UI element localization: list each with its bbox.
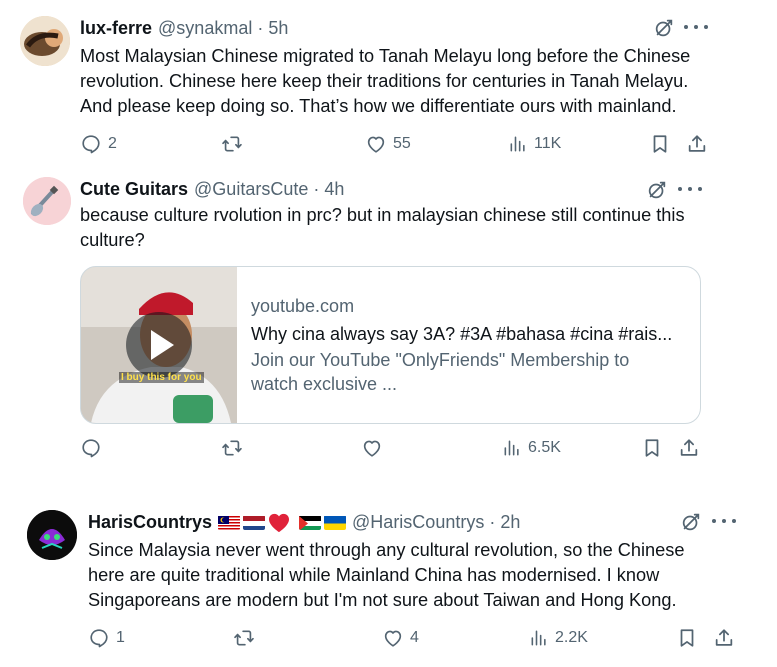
like-icon: [382, 627, 404, 649]
views-count: 2.2K: [555, 629, 588, 646]
bookmark-button[interactable]: [649, 133, 671, 155]
grok-icon[interactable]: [680, 511, 702, 533]
views-count: 11K: [534, 135, 562, 152]
like-button[interactable]: 55: [365, 133, 411, 155]
bookmark-button[interactable]: [676, 627, 698, 649]
link-card[interactable]: I buy this for you youtube.com Why cina …: [80, 266, 701, 424]
reply-icon: [88, 627, 110, 649]
reply-count: 1: [116, 629, 125, 646]
share-icon: [713, 627, 735, 649]
reply-icon: [80, 133, 102, 155]
repost-icon: [220, 437, 244, 459]
more-icon[interactable]: [712, 519, 736, 527]
views-icon: [502, 437, 522, 459]
card-title: Why cina always say 3A? #3A #bahasa #cin…: [251, 324, 673, 344]
play-icon[interactable]: [126, 312, 192, 378]
avatar[interactable]: [23, 177, 71, 225]
reply-button[interactable]: 2: [80, 133, 117, 155]
tweet-3[interactable]: HarisCountrys @HarisCountrys · 2h Since …: [0, 490, 760, 667]
more-icon[interactable]: [684, 25, 708, 33]
bookmark-icon: [649, 133, 671, 155]
malaysia-flag-icon: [218, 515, 241, 530]
card-domain: youtube.com: [251, 296, 355, 316]
views-button[interactable]: 6.5K: [502, 437, 561, 459]
share-button[interactable]: [713, 627, 735, 649]
avatar[interactable]: [27, 510, 77, 560]
bookmark-icon: [641, 437, 663, 459]
author-handle[interactable]: @GuitarsCute · 4h: [194, 179, 344, 200]
views-icon: [529, 627, 549, 649]
tweet-text-line: here are quite traditional while Mainlan…: [88, 565, 660, 585]
author-name[interactable]: lux-ferre: [80, 18, 152, 39]
palestine-flag-icon: [299, 515, 322, 530]
views-button[interactable]: 2.2K: [529, 627, 588, 649]
share-button[interactable]: [678, 437, 700, 459]
flag-emojis: [218, 513, 347, 533]
like-count: 55: [393, 135, 411, 152]
ukraine-flag-icon: [324, 515, 347, 530]
author-name[interactable]: Cute Guitars: [80, 179, 188, 200]
card-description: Join our YouTube "OnlyFriends" Membershi…: [251, 348, 691, 396]
repost-button[interactable]: [220, 133, 244, 155]
tweet-text-line: revolution. Chinese here keep their trad…: [80, 71, 689, 91]
card-description-line: watch exclusive ...: [251, 374, 398, 394]
repost-button[interactable]: [232, 627, 256, 649]
share-icon: [678, 437, 700, 459]
bookmark-icon: [676, 627, 698, 649]
views-count: 6.5K: [528, 439, 561, 456]
tweet-2[interactable]: Cute Guitars @GuitarsCute · 4h because c…: [8, 165, 746, 470]
thumbnail-caption: I buy this for you: [119, 372, 204, 383]
red-heart-icon: [268, 513, 290, 533]
share-button[interactable]: [686, 133, 708, 155]
tweet-text-line: Singaporeans are modern but I'm not sure…: [88, 590, 677, 610]
repost-icon: [220, 133, 244, 155]
grok-icon[interactable]: [646, 179, 668, 201]
author-handle[interactable]: @synakmal · 5h: [158, 18, 288, 39]
views-icon: [508, 133, 528, 155]
share-icon: [686, 133, 708, 155]
repost-button[interactable]: [220, 437, 244, 459]
tweet-text: Since Malaysia never went through any cu…: [88, 538, 684, 613]
grok-icon[interactable]: [653, 17, 675, 39]
avatar[interactable]: [20, 16, 70, 66]
tweet-text-line: culture?: [80, 230, 145, 250]
tweet-text: Most Malaysian Chinese migrated to Tanah…: [80, 44, 690, 119]
netherlands-flag-icon: [243, 515, 266, 530]
repost-icon: [232, 627, 256, 649]
author-name[interactable]: HarisCountrys: [88, 512, 212, 533]
author-handle[interactable]: @HarisCountrys · 2h: [352, 512, 520, 533]
reply-button[interactable]: [80, 437, 108, 459]
tweet-1[interactable]: lux-ferre @synakmal · 5h Most Malaysian …: [0, 0, 730, 163]
like-button[interactable]: 4: [382, 627, 419, 649]
card-description-line: Join our YouTube "OnlyFriends" Membershi…: [251, 350, 630, 370]
reply-count: 2: [108, 135, 117, 152]
like-count: 4: [410, 629, 419, 646]
tweet-text-line: because culture rvolution in prc? but in…: [80, 205, 685, 225]
tweet-text: because culture rvolution in prc? but in…: [80, 203, 685, 253]
tweet-text-line: Most Malaysian Chinese migrated to Tanah…: [80, 46, 691, 66]
reply-button[interactable]: 1: [88, 627, 125, 649]
reply-icon: [80, 437, 102, 459]
like-button[interactable]: [361, 437, 389, 459]
like-icon: [365, 133, 387, 155]
tweet-text-line: Since Malaysia never went through any cu…: [88, 540, 685, 560]
like-icon: [361, 437, 383, 459]
views-button[interactable]: 11K: [508, 133, 561, 155]
bookmark-button[interactable]: [641, 437, 663, 459]
tweet-text-line: And please keep doing so. That’s how we …: [80, 96, 677, 116]
more-icon[interactable]: [678, 187, 702, 195]
